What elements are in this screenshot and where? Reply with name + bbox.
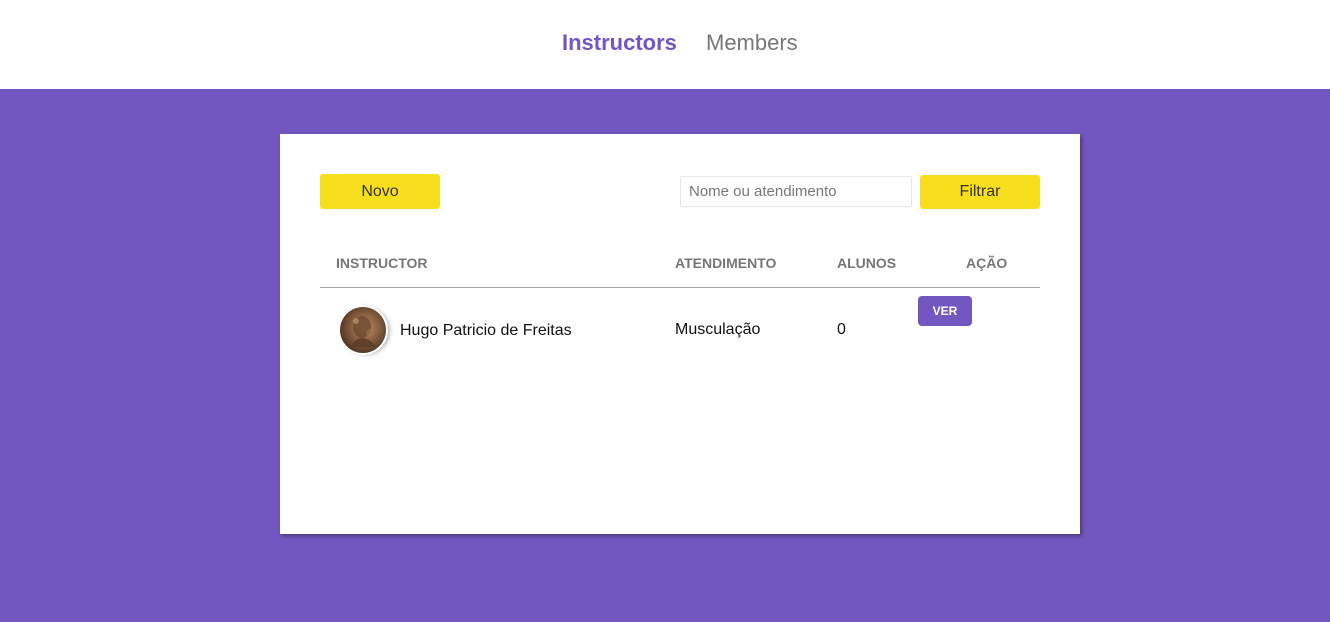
instructor-name: Hugo Patricio de Freitas (400, 322, 572, 339)
nav-link-instructors[interactable]: Instructors (562, 30, 677, 56)
column-header-service: Atendimento (675, 255, 777, 271)
search-input[interactable] (680, 176, 912, 207)
instructor-students-count: 0 (837, 321, 846, 338)
instructor-avatar (338, 305, 388, 355)
column-header-action: Ação (966, 255, 1008, 271)
column-header-students: Alunos (837, 255, 897, 271)
instructors-card: Novo Filtrar Instructor Atendimento Alun… (280, 134, 1080, 534)
nav-link-members[interactable]: Members (706, 30, 798, 56)
avatar-photo-icon (340, 307, 386, 353)
instructor-service: Musculação (675, 321, 761, 338)
top-header: Instructors Members (0, 0, 1330, 89)
column-header-instructor: Instructor (336, 255, 428, 271)
new-instructor-button[interactable]: Novo (320, 174, 440, 209)
filter-button[interactable]: Filtrar (920, 175, 1040, 209)
view-instructor-button[interactable]: ver (918, 296, 972, 326)
